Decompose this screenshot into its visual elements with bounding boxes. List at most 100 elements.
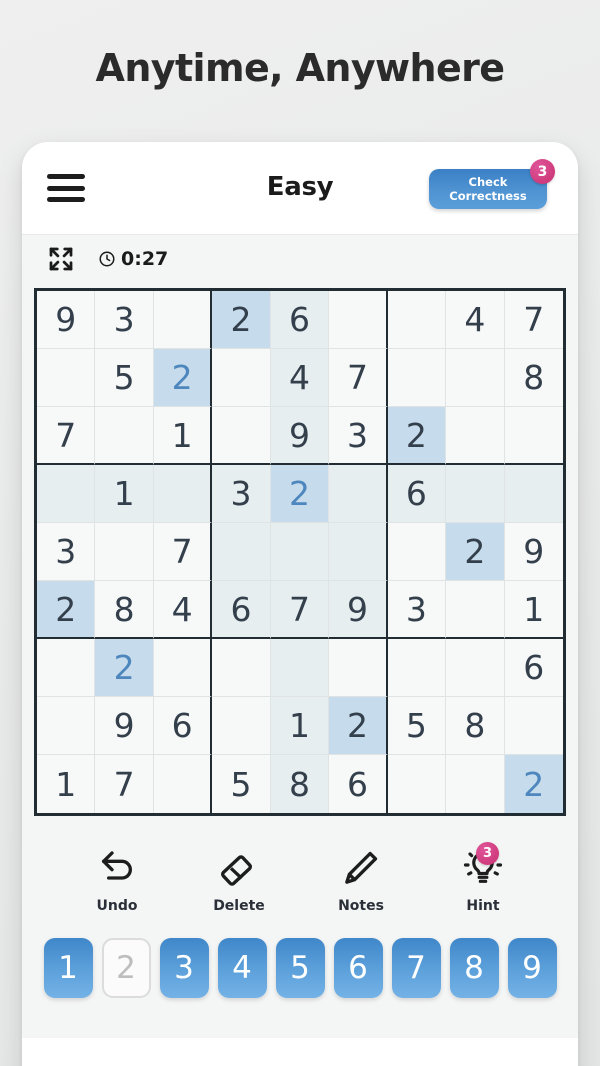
numpad-button-4[interactable]: 4 [217, 938, 267, 998]
check-correctness-badge: 3 [530, 159, 555, 184]
sudoku-cell-r5c1[interactable]: 3 [37, 523, 96, 581]
sudoku-cell-r1c8[interactable]: 4 [446, 291, 505, 349]
sudoku-cell-r7c5[interactable] [270, 639, 330, 697]
phone-mockup-card: Easy Check Correctness 3 0:27 9 3 2 6 4 … [22, 142, 578, 1066]
sudoku-cell-r7c6[interactable] [329, 639, 388, 697]
check-correctness-button[interactable]: Check Correctness 3 [429, 159, 555, 209]
sudoku-cell-r2c5[interactable]: 4 [270, 349, 330, 407]
sudoku-cell-r1c1[interactable]: 9 [37, 291, 96, 349]
sudoku-cell-r5c6[interactable] [329, 523, 388, 581]
sudoku-cell-r7c1[interactable] [37, 639, 96, 697]
sudoku-cell-r3c3[interactable]: 1 [153, 407, 213, 465]
sudoku-cell-r2c1[interactable] [37, 349, 96, 407]
sudoku-cell-r6c6[interactable]: 9 [329, 581, 388, 639]
check-correctness-line1: Check [468, 175, 508, 189]
sudoku-cell-r5c4[interactable] [212, 523, 271, 581]
sudoku-cell-r3c9[interactable] [504, 407, 563, 465]
sudoku-cell-r5c7[interactable] [387, 523, 447, 581]
sudoku-cell-r1c2[interactable]: 3 [95, 291, 154, 349]
sudoku-cell-r2c3[interactable]: 2 [153, 349, 213, 407]
sudoku-cell-r8c9[interactable] [504, 697, 563, 755]
sudoku-cell-r4c5[interactable]: 2 [270, 465, 330, 523]
sudoku-cell-r9c3[interactable] [153, 755, 213, 813]
sudoku-cell-r2c2[interactable]: 5 [95, 349, 154, 407]
sudoku-cell-r8c1[interactable] [37, 697, 96, 755]
sudoku-cell-r9c6[interactable]: 6 [329, 755, 388, 813]
sudoku-cell-r3c7[interactable]: 2 [387, 407, 447, 465]
sudoku-cell-r2c4[interactable] [212, 349, 271, 407]
sudoku-cell-r1c4[interactable]: 2 [212, 291, 271, 349]
sudoku-cell-r7c8[interactable] [446, 639, 505, 697]
numpad-button-1[interactable]: 1 [43, 938, 93, 998]
sudoku-cell-r9c7[interactable] [387, 755, 447, 813]
sudoku-cell-r5c5[interactable] [270, 523, 330, 581]
sudoku-cell-r6c4[interactable]: 6 [212, 581, 271, 639]
sudoku-cell-r3c6[interactable]: 3 [329, 407, 388, 465]
sudoku-cell-r3c1[interactable]: 7 [37, 407, 96, 465]
sudoku-cell-r8c4[interactable] [212, 697, 271, 755]
sudoku-cell-r4c1[interactable] [37, 465, 96, 523]
sudoku-cell-r3c5[interactable]: 9 [270, 407, 330, 465]
sudoku-cell-r2c7[interactable] [387, 349, 447, 407]
tool-notes-button[interactable]: Notes [319, 846, 403, 914]
sudoku-cell-r9c1[interactable]: 1 [37, 755, 96, 813]
numpad-button-6[interactable]: 6 [333, 938, 383, 998]
numpad-button-7[interactable]: 7 [391, 938, 441, 998]
sudoku-cell-r1c5[interactable]: 6 [270, 291, 330, 349]
sudoku-cell-r5c2[interactable] [95, 523, 154, 581]
numpad-button-2[interactable]: 2 [101, 938, 151, 998]
sudoku-cell-r2c9[interactable]: 8 [504, 349, 563, 407]
sudoku-cell-r7c9[interactable]: 6 [504, 639, 563, 697]
sudoku-cell-r7c2[interactable]: 2 [95, 639, 154, 697]
sudoku-cell-r6c3[interactable]: 4 [153, 581, 213, 639]
sudoku-cell-r7c4[interactable] [212, 639, 271, 697]
sudoku-cell-r4c8[interactable] [446, 465, 505, 523]
sudoku-cell-r5c3[interactable]: 7 [153, 523, 213, 581]
sudoku-cell-r7c7[interactable] [387, 639, 447, 697]
sudoku-cell-r7c3[interactable] [153, 639, 213, 697]
sudoku-cell-r2c8[interactable] [446, 349, 505, 407]
sudoku-cell-r5c8[interactable]: 2 [446, 523, 505, 581]
sudoku-cell-r6c7[interactable]: 3 [387, 581, 447, 639]
sudoku-board[interactable]: 9326475247871932132637292846793126961258… [34, 288, 566, 816]
tool-hint-button[interactable]: 3 Hint [441, 842, 525, 914]
sudoku-cell-r6c8[interactable] [446, 581, 505, 639]
sudoku-cell-r4c6[interactable] [329, 465, 388, 523]
sudoku-cell-r9c8[interactable] [446, 755, 505, 813]
sudoku-cell-r3c2[interactable] [95, 407, 154, 465]
sudoku-cell-r8c2[interactable]: 9 [95, 697, 154, 755]
sudoku-cell-r9c5[interactable]: 8 [270, 755, 330, 813]
sudoku-cell-r3c8[interactable] [446, 407, 505, 465]
sudoku-cell-r9c2[interactable]: 7 [95, 755, 154, 813]
sudoku-cell-r6c9[interactable]: 1 [504, 581, 563, 639]
sudoku-cell-r1c6[interactable] [329, 291, 388, 349]
numpad-button-5[interactable]: 5 [275, 938, 325, 998]
sudoku-cell-r8c3[interactable]: 6 [153, 697, 213, 755]
numpad-button-8[interactable]: 8 [449, 938, 499, 998]
sudoku-cell-r1c9[interactable]: 7 [504, 291, 563, 349]
sudoku-cell-r5c9[interactable]: 9 [504, 523, 563, 581]
sudoku-cell-r4c3[interactable] [153, 465, 213, 523]
sudoku-cell-r1c3[interactable] [153, 291, 213, 349]
tool-delete-button[interactable]: Delete [197, 846, 281, 914]
sudoku-cell-r8c6[interactable]: 2 [329, 697, 388, 755]
numpad-button-3[interactable]: 3 [159, 938, 209, 998]
sudoku-cell-r3c4[interactable] [212, 407, 271, 465]
sudoku-cell-r9c9[interactable]: 2 [504, 755, 563, 813]
sudoku-cell-r8c8[interactable]: 8 [446, 697, 505, 755]
sudoku-cell-r8c7[interactable]: 5 [387, 697, 447, 755]
sudoku-cell-r1c7[interactable] [387, 291, 447, 349]
sudoku-cell-r4c4[interactable]: 3 [212, 465, 271, 523]
numpad-button-9[interactable]: 9 [507, 938, 557, 998]
sudoku-cell-r4c9[interactable] [504, 465, 563, 523]
tool-undo-button[interactable]: Undo [75, 846, 159, 914]
sudoku-cell-r9c4[interactable]: 5 [212, 755, 271, 813]
sudoku-cell-r6c5[interactable]: 7 [270, 581, 330, 639]
sudoku-cell-r6c2[interactable]: 8 [95, 581, 154, 639]
sudoku-cell-r4c2[interactable]: 1 [95, 465, 154, 523]
sudoku-cell-r2c6[interactable]: 7 [329, 349, 388, 407]
sudoku-cell-r4c7[interactable]: 6 [387, 465, 447, 523]
sudoku-cell-r8c5[interactable]: 1 [270, 697, 330, 755]
fullscreen-expand-icon[interactable] [46, 244, 76, 274]
sudoku-cell-r6c1[interactable]: 2 [37, 581, 96, 639]
